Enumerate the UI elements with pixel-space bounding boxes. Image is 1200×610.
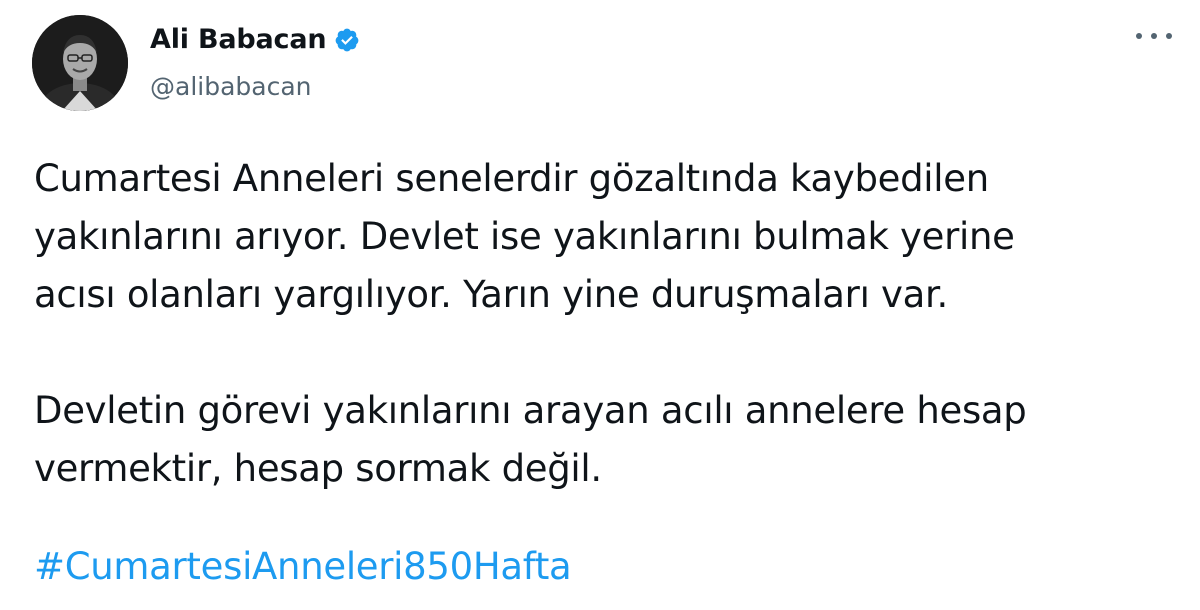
author-handle[interactable]: @alibabacan bbox=[150, 72, 312, 101]
dot bbox=[1136, 33, 1142, 39]
avatar[interactable] bbox=[32, 15, 128, 111]
dot bbox=[1151, 33, 1157, 39]
author-display-name[interactable]: Ali Babacan bbox=[150, 24, 327, 55]
verified-badge-icon bbox=[336, 28, 359, 51]
author-name-row: Ali Babacan bbox=[150, 24, 360, 55]
tweet-paragraph-1: Cumartesi Anneleri senelerdir gözaltında… bbox=[34, 157, 1015, 316]
dot bbox=[1166, 33, 1172, 39]
profile-photo bbox=[32, 15, 128, 111]
tweet-text: Cumartesi Anneleri senelerdir gözaltında… bbox=[34, 150, 1174, 498]
tweet-paragraph-2: Devletin görevi yakınlarını arayan acılı… bbox=[34, 389, 1027, 490]
hashtag-link[interactable]: #CumartesiAnneleri850Hafta bbox=[34, 538, 572, 596]
tweet-card: Ali Babacan @alibabacan Cumartesi Annele… bbox=[0, 0, 1200, 610]
more-options-icon[interactable] bbox=[1136, 30, 1172, 42]
